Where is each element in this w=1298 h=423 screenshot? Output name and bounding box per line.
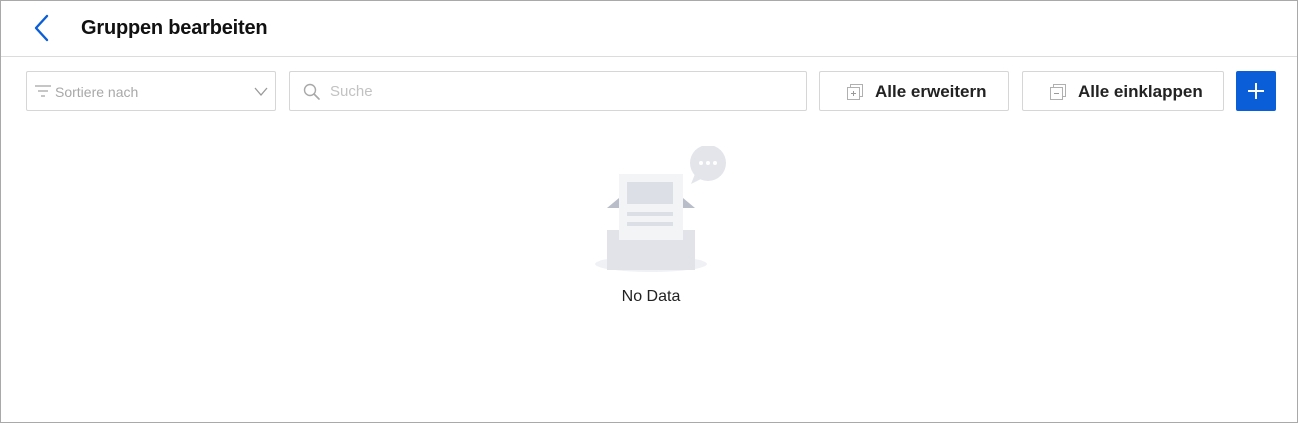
search-box [289, 71, 807, 111]
sort-placeholder: Sortiere nach [55, 84, 139, 100]
expand-all-label: Alle erweitern [875, 82, 987, 101]
plus-icon [1248, 83, 1264, 99]
page-header: Gruppen bearbeiten [1, 1, 1297, 57]
chevron-down-icon [254, 87, 268, 96]
search-input[interactable] [330, 80, 790, 102]
chevron-left-icon [34, 14, 49, 42]
collapse-icon [1050, 84, 1066, 100]
back-button[interactable] [27, 13, 57, 43]
app-window: Gruppen bearbeiten Sortiere nach Alle er… [0, 0, 1298, 423]
empty-state-text: No Data [621, 288, 681, 305]
page-title: Gruppen bearbeiten [81, 17, 268, 39]
sort-select[interactable]: Sortiere nach [26, 71, 276, 111]
expand-all-button[interactable]: Alle erweitern [819, 71, 1009, 111]
collapse-all-button[interactable]: Alle einklappen [1022, 71, 1224, 111]
expand-icon [847, 84, 863, 100]
search-icon [303, 83, 320, 100]
filter-icon [35, 85, 51, 97]
add-button[interactable] [1236, 71, 1276, 111]
collapse-all-label: Alle einklappen [1078, 82, 1203, 101]
empty-inbox-icon [595, 146, 726, 272]
